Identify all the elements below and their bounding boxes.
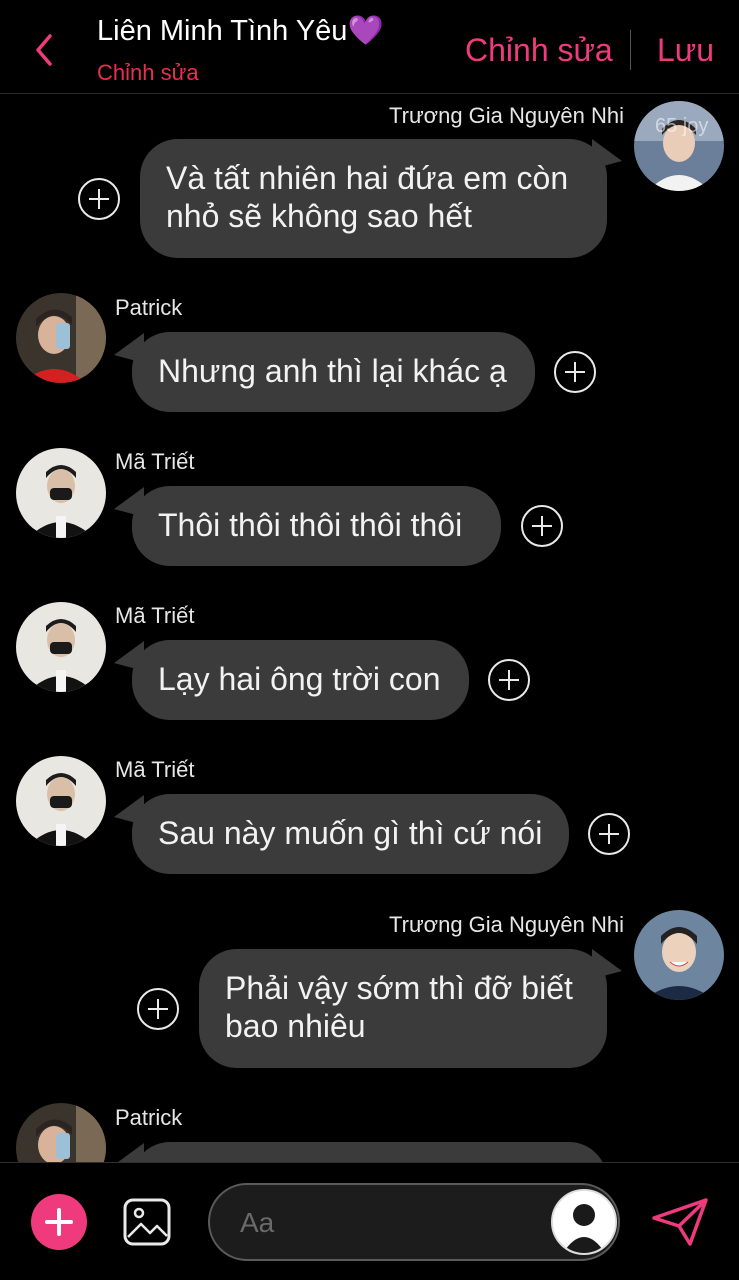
avatar-patrick[interactable] <box>16 1103 106 1162</box>
sender-name: Mã Triết <box>115 757 195 782</box>
composer-bar: Aa <box>0 1162 739 1280</box>
message-bubble[interactable]: Nhưng anh thì lại khác ạ <box>132 332 535 412</box>
image-icon[interactable] <box>122 1197 172 1247</box>
purple-heart-icon: 💜 <box>347 15 384 47</box>
sender-name: Patrick <box>115 1105 183 1130</box>
chat-subtitle: Chỉnh sửa <box>97 60 199 85</box>
message-input[interactable]: Aa <box>208 1183 620 1261</box>
message-line: Lạy hai ông trời con <box>158 661 441 697</box>
react-plus-button[interactable] <box>554 351 596 393</box>
avatar-ma-triet[interactable] <box>16 602 106 692</box>
back-chevron-icon[interactable] <box>30 28 60 72</box>
avatar-ma-triet[interactable] <box>16 756 106 846</box>
message-line: Phải vậy sớm thì đỡ biết <box>225 970 573 1006</box>
message-line: bao nhiêu <box>225 1008 366 1044</box>
message-line: Nhưng anh thì lại khác ạ <box>158 353 507 389</box>
sender-avatar-icon[interactable] <box>551 1189 617 1255</box>
sender-name: Trương Gia Nguyên Nhi <box>389 103 624 128</box>
avatar-watermark: 65 joy <box>655 115 709 137</box>
message-bubble[interactable]: Sau này muốn gì thì cứ nói <box>132 794 569 874</box>
message-line: Thôi thôi thôi thôi thôi <box>158 507 463 543</box>
react-plus-button[interactable] <box>588 813 630 855</box>
send-icon[interactable] <box>650 1196 710 1248</box>
message-bubble[interactable]: Lạy hai ông trời con <box>132 640 469 720</box>
message-line: nhỏ sẽ không sao hết <box>166 198 473 234</box>
message-bubble[interactable] <box>132 1142 607 1162</box>
chat-title: Liên Minh Tình Yêu💜 <box>97 15 384 47</box>
avatar-patrick[interactable] <box>16 293 106 383</box>
message-bubble[interactable]: Thôi thôi thôi thôi thôi <box>132 486 501 566</box>
message-line: Và tất nhiên hai đứa em còn <box>166 160 569 196</box>
message-input-placeholder: Aa <box>240 1207 275 1238</box>
save-button[interactable]: Lưu <box>657 32 714 69</box>
edit-button[interactable]: Chỉnh sửa <box>465 32 613 69</box>
sender-name: Mã Triết <box>115 603 195 628</box>
avatar-truong-gia-nguyen-nhi[interactable] <box>634 910 724 1000</box>
header-divider <box>630 30 631 70</box>
message-bubble[interactable]: Phải vậy sớm thì đỡ biết bao nhiêu <box>199 949 607 1068</box>
sender-name: Patrick <box>115 295 183 320</box>
avatar-ma-triet[interactable] <box>16 448 106 538</box>
message-line: Sau này muốn gì thì cứ nói <box>158 815 543 851</box>
chat-header: Liên Minh Tình Yêu💜 Chỉnh sửa Chỉnh sửa … <box>0 0 739 94</box>
react-plus-button[interactable] <box>488 659 530 701</box>
react-plus-button[interactable] <box>78 178 120 220</box>
message-bubble[interactable]: Và tất nhiên hai đứa em còn nhỏ sẽ không… <box>140 139 607 258</box>
add-button[interactable] <box>31 1194 87 1250</box>
react-plus-button[interactable] <box>521 505 563 547</box>
message-list[interactable]: Trương Gia Nguyên Nhi Và tất nhiên hai đ… <box>0 95 739 1162</box>
sender-name: Mã Triết <box>115 449 195 474</box>
sender-name: Trương Gia Nguyên Nhi <box>389 912 624 937</box>
react-plus-button[interactable] <box>137 988 179 1030</box>
